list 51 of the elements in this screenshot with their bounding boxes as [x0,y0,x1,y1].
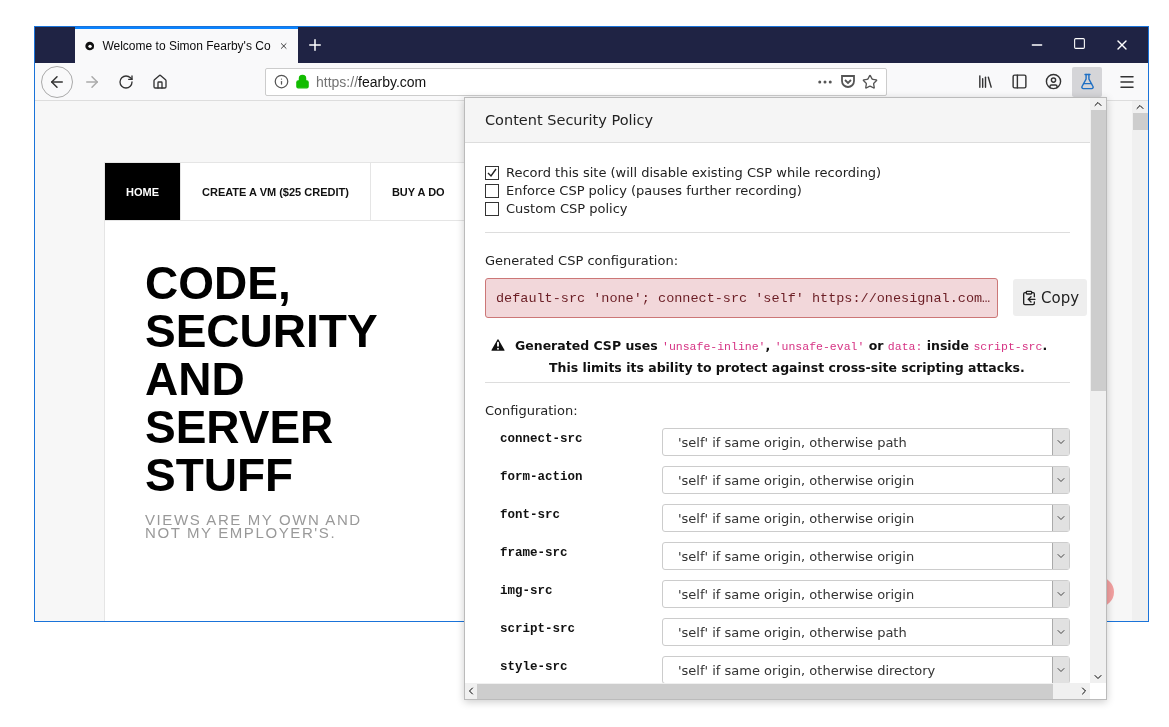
directive-name: img-src [499,583,554,598]
site-nav-link[interactable]: HOME [105,163,181,220]
site-title: CODE, SECURITY AND SERVER STUFF [145,259,378,499]
browser-tab[interactable]: Welcome to Simon Fearby's Co [75,27,298,63]
directive-name: style-src [499,659,569,674]
copy-button[interactable]: Copy [1013,279,1088,316]
directive-select[interactable]: 'self' if same origin, otherwise origin [662,542,1070,570]
checkbox[interactable] [485,201,499,216]
info-icon[interactable] [274,74,289,89]
library-icon [976,73,994,90]
warning-text: This limits its ability to protect against cross-site scripting attacks. [485,354,1070,383]
user-icon [1044,73,1062,90]
directive-name: connect-src [499,431,584,446]
csp-output-field[interactable]: default-src 'none'; connect-src 'self' https://onesignal.com… [485,278,998,318]
scrollbar[interactable] [1090,98,1106,683]
plus-icon [306,36,324,54]
scroll-thumb[interactable] [1090,110,1106,391]
pocket-icon[interactable] [840,74,856,89]
directive-name: script-src [499,621,576,636]
sidebar-icon [1010,73,1028,90]
section-label: Configuration: [485,403,579,418]
flask-icon [1078,73,1096,90]
popup-title: Content Security Policy [465,98,1090,143]
directive-select[interactable]: 'self' if same origin, otherwise origin [662,466,1070,494]
checkbox[interactable] [485,165,499,180]
directive-name: frame-src [499,545,569,560]
directive-select[interactable]: 'self' if same origin, otherwise path [662,618,1070,646]
directive-select[interactable]: 'self' if same origin, otherwise origin [662,504,1070,532]
scrollbar[interactable] [1132,101,1148,621]
clipboard-icon [1021,289,1037,306]
lock-icon [295,74,310,89]
directive-name: form-action [499,469,584,484]
warning-icon [489,336,507,354]
checkbox-option[interactable]: Record this site (will disable existing CSP while recording) [485,165,1070,180]
extension-button[interactable] [1072,66,1102,97]
maximize-icon[interactable] [1073,37,1086,50]
reload-icon [118,73,134,90]
home-icon [152,73,168,90]
section-label: Generated CSP configuration: [485,253,679,268]
site-logo-icon [85,39,95,53]
checkbox-option[interactable]: Enforce CSP policy (pauses further recording) [485,183,1070,198]
address-bar[interactable]: https://fearby.com [265,67,887,96]
warning-text: Generated CSP uses 'unsafe-inline', 'unsafe-eval' or data: inside script-src. [515,337,1048,353]
site-tagline: VIEWS ARE MY OWN AND NOT MY EMPLOYER'S. [145,513,363,539]
directive-name: font-src [499,507,561,522]
bookmark-star-icon[interactable] [862,73,878,90]
directive-select[interactable]: 'self' if same origin, otherwise path [662,428,1070,456]
checkbox-option[interactable]: Custom CSP policy [485,201,1070,216]
scroll-thumb[interactable] [1132,113,1148,130]
directive-select[interactable]: 'self' if same origin, otherwise origin [662,580,1070,608]
checkbox[interactable] [485,183,499,198]
